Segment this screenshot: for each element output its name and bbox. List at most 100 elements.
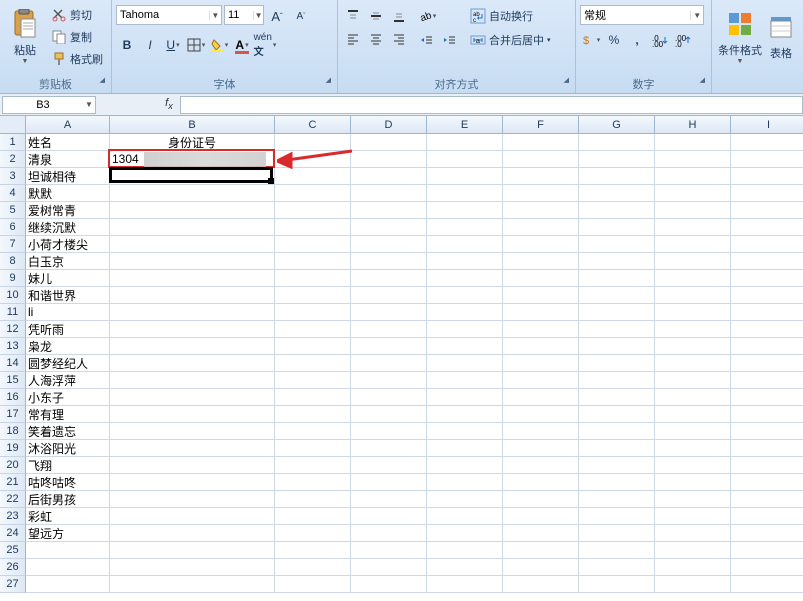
- row-header-2[interactable]: 2: [0, 151, 26, 168]
- row-header-23[interactable]: 23: [0, 508, 26, 525]
- cell-B9[interactable]: [110, 270, 275, 287]
- cell-I16[interactable]: [731, 389, 803, 406]
- row-header-12[interactable]: 12: [0, 321, 26, 338]
- cell-I3[interactable]: [731, 168, 803, 185]
- cell-C24[interactable]: [275, 525, 351, 542]
- col-header-D[interactable]: D: [351, 116, 427, 134]
- cell-I25[interactable]: [731, 542, 803, 559]
- decrease-indent-button[interactable]: [416, 30, 438, 52]
- cell-A20[interactable]: 飞翔: [26, 457, 110, 474]
- cell-A1[interactable]: 姓名: [26, 134, 110, 151]
- cell-F12[interactable]: [503, 321, 579, 338]
- cell-C14[interactable]: [275, 355, 351, 372]
- cell-E3[interactable]: [427, 168, 503, 185]
- cell-I22[interactable]: [731, 491, 803, 508]
- cell-C19[interactable]: [275, 440, 351, 457]
- cell-C16[interactable]: [275, 389, 351, 406]
- row-header-1[interactable]: 1: [0, 134, 26, 151]
- cell-B17[interactable]: [110, 406, 275, 423]
- cell-H13[interactable]: [655, 338, 731, 355]
- cell-H1[interactable]: [655, 134, 731, 151]
- cell-A2[interactable]: 清泉: [26, 151, 110, 168]
- cell-E15[interactable]: [427, 372, 503, 389]
- row-header-25[interactable]: 25: [0, 542, 26, 559]
- cell-A24[interactable]: 望远方: [26, 525, 110, 542]
- cell-A23[interactable]: 彩虹: [26, 508, 110, 525]
- cell-E11[interactable]: [427, 304, 503, 321]
- cell-G18[interactable]: [579, 423, 655, 440]
- cell-H14[interactable]: [655, 355, 731, 372]
- cell-F6[interactable]: [503, 219, 579, 236]
- cell-E6[interactable]: [427, 219, 503, 236]
- cell-D9[interactable]: [351, 270, 427, 287]
- row-header-7[interactable]: 7: [0, 236, 26, 253]
- cell-F20[interactable]: [503, 457, 579, 474]
- name-box[interactable]: ▼: [2, 96, 96, 114]
- comma-button[interactable]: ,: [626, 29, 648, 51]
- cell-E10[interactable]: [427, 287, 503, 304]
- cell-A10[interactable]: 和谐世界: [26, 287, 110, 304]
- cell-H21[interactable]: [655, 474, 731, 491]
- cell-D17[interactable]: [351, 406, 427, 423]
- cell-H17[interactable]: [655, 406, 731, 423]
- cell-A16[interactable]: 小东子: [26, 389, 110, 406]
- cell-G4[interactable]: [579, 185, 655, 202]
- increase-decimal-button[interactable]: .0.00: [649, 29, 671, 51]
- font-size-input[interactable]: [225, 9, 253, 21]
- cell-B14[interactable]: [110, 355, 275, 372]
- cell-H9[interactable]: [655, 270, 731, 287]
- cell-H3[interactable]: [655, 168, 731, 185]
- cell-D7[interactable]: [351, 236, 427, 253]
- cell-C13[interactable]: [275, 338, 351, 355]
- cell-D25[interactable]: [351, 542, 427, 559]
- row-header-27[interactable]: 27: [0, 576, 26, 593]
- cell-F13[interactable]: [503, 338, 579, 355]
- row-header-26[interactable]: 26: [0, 559, 26, 576]
- decrease-decimal-button[interactable]: .00.0: [672, 29, 694, 51]
- cell-F4[interactable]: [503, 185, 579, 202]
- cell-D3[interactable]: [351, 168, 427, 185]
- cell-I23[interactable]: [731, 508, 803, 525]
- cell-H25[interactable]: [655, 542, 731, 559]
- cell-E26[interactable]: [427, 559, 503, 576]
- cell-F9[interactable]: [503, 270, 579, 287]
- cell-G7[interactable]: [579, 236, 655, 253]
- cell-F10[interactable]: [503, 287, 579, 304]
- cell-D22[interactable]: [351, 491, 427, 508]
- cell-H5[interactable]: [655, 202, 731, 219]
- cell-D8[interactable]: [351, 253, 427, 270]
- row-header-13[interactable]: 13: [0, 338, 26, 355]
- cell-B7[interactable]: [110, 236, 275, 253]
- cell-G19[interactable]: [579, 440, 655, 457]
- cell-E23[interactable]: [427, 508, 503, 525]
- cell-F3[interactable]: [503, 168, 579, 185]
- decrease-font-button[interactable]: Aˇ: [290, 5, 312, 27]
- cell-C11[interactable]: [275, 304, 351, 321]
- row-header-19[interactable]: 19: [0, 440, 26, 457]
- formula-input[interactable]: [180, 96, 803, 114]
- cell-C21[interactable]: [275, 474, 351, 491]
- cell-H7[interactable]: [655, 236, 731, 253]
- cell-B11[interactable]: [110, 304, 275, 321]
- cell-E25[interactable]: [427, 542, 503, 559]
- cell-A17[interactable]: 常有理: [26, 406, 110, 423]
- cell-I17[interactable]: [731, 406, 803, 423]
- format-painter-button[interactable]: 格式刷: [48, 48, 106, 69]
- cell-I26[interactable]: [731, 559, 803, 576]
- cell-C15[interactable]: [275, 372, 351, 389]
- cell-E19[interactable]: [427, 440, 503, 457]
- cell-A26[interactable]: [26, 559, 110, 576]
- cell-A12[interactable]: 凭听雨: [26, 321, 110, 338]
- col-header-I[interactable]: I: [731, 116, 803, 134]
- row-header-9[interactable]: 9: [0, 270, 26, 287]
- conditional-format-button[interactable]: 条件格式 ▼: [716, 2, 764, 70]
- font-name-combo[interactable]: ▼: [116, 5, 222, 25]
- cell-H11[interactable]: [655, 304, 731, 321]
- cell-F23[interactable]: [503, 508, 579, 525]
- border-button[interactable]: ▾: [185, 34, 207, 56]
- cell-D24[interactable]: [351, 525, 427, 542]
- cell-C3[interactable]: [275, 168, 351, 185]
- cell-F21[interactable]: [503, 474, 579, 491]
- cell-F7[interactable]: [503, 236, 579, 253]
- cell-F5[interactable]: [503, 202, 579, 219]
